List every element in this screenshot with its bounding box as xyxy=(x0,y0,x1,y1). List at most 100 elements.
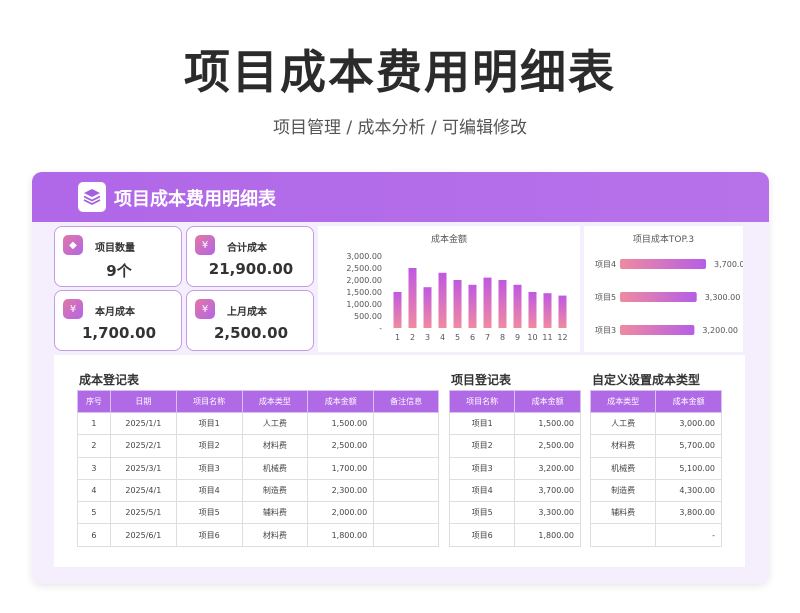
table-cell[interactable]: 2025/6/1 xyxy=(109,523,177,547)
table-row: - xyxy=(589,523,722,547)
table-row: 材料费 5,700.00 xyxy=(589,434,722,458)
top3-chart-svg: 项目4 3,700.00 项目5 3,300.00 项目3 3,200.00 xyxy=(595,259,743,335)
x-tick-label: 10 xyxy=(527,333,537,342)
x-tick-label: 2 xyxy=(410,333,415,342)
table-cell[interactable]: 项目3 xyxy=(175,456,243,480)
x-tick-label: 9 xyxy=(515,333,520,342)
kpi-card-project-count: ◆ 项目数量 9个 xyxy=(54,226,182,287)
table-cell[interactable]: 2025/3/1 xyxy=(109,456,177,480)
x-tick-label: 3 xyxy=(425,333,430,342)
table-cell[interactable]: 2025/5/1 xyxy=(109,501,177,525)
table-cell[interactable]: 2,300.00 xyxy=(307,478,375,503)
table-cell[interactable]: 辅料费 xyxy=(589,501,657,525)
x-tick-label: 5 xyxy=(455,333,460,342)
table-cell[interactable]: 制造费 xyxy=(589,478,657,503)
table-cell[interactable]: 2025/2/1 xyxy=(109,434,177,458)
column-header: 成本金额 xyxy=(307,390,375,413)
table-cell[interactable]: 5,700.00 xyxy=(655,434,722,458)
table-cell[interactable]: 材料费 xyxy=(241,434,309,458)
table-cell[interactable]: 项目5 xyxy=(175,501,243,525)
table-cell[interactable] xyxy=(589,523,657,547)
table-cell[interactable]: 4,300.00 xyxy=(655,478,722,503)
bar xyxy=(393,292,402,328)
table-cell[interactable]: 3,700.00 xyxy=(514,478,581,503)
table-cell[interactable] xyxy=(373,523,439,547)
table-cell[interactable]: 项目6 xyxy=(175,523,243,547)
table-cell[interactable]: 2,000.00 xyxy=(307,501,375,525)
table-cell[interactable]: 1,500.00 xyxy=(307,411,375,436)
table-cell[interactable]: 3,000.00 xyxy=(655,411,722,436)
table-cell[interactable]: 材料费 xyxy=(589,434,657,458)
table-cell[interactable]: 3,200.00 xyxy=(514,456,581,480)
table-row: 6 2025/6/1 项目6 材料费 1,800.00 xyxy=(77,523,439,547)
table-cell[interactable]: 2,500.00 xyxy=(307,434,375,458)
bar xyxy=(558,295,567,328)
y-tick-label: 1,500.00 xyxy=(346,288,382,297)
bar xyxy=(453,280,462,328)
table-cell[interactable]: 2,500.00 xyxy=(514,434,581,458)
y-tick-label: - xyxy=(379,324,382,333)
table-cell[interactable]: 2 xyxy=(77,434,111,458)
value-label: 3,200.00 xyxy=(702,326,738,335)
table-cell[interactable]: 6 xyxy=(77,523,111,547)
category-label: 项目4 xyxy=(595,260,616,269)
table-row: 机械费 5,100.00 xyxy=(589,456,722,480)
column-header: 成本金额 xyxy=(655,390,722,413)
table-cell[interactable]: 材料费 xyxy=(241,523,309,547)
card-header: 项目成本费用明细表 xyxy=(32,172,769,222)
table-cell[interactable]: 5 xyxy=(77,501,111,525)
table-cell[interactable] xyxy=(373,501,439,525)
table-row: 项目6 1,800.00 xyxy=(448,523,581,547)
table-cell[interactable]: 人工费 xyxy=(241,411,309,436)
table-cell[interactable]: 1,500.00 xyxy=(514,411,581,436)
table-cell[interactable] xyxy=(373,456,439,480)
column-header: 成本类型 xyxy=(589,390,657,413)
table-cell[interactable]: 项目5 xyxy=(448,501,516,525)
table-cell[interactable] xyxy=(373,478,439,503)
table-cell[interactable]: 5,100.00 xyxy=(655,456,722,480)
table-cell[interactable]: 项目4 xyxy=(448,478,516,503)
table-cell[interactable]: 4 xyxy=(77,478,111,503)
table-cell[interactable]: 1,800.00 xyxy=(514,523,581,547)
table-cell[interactable]: 项目1 xyxy=(448,411,516,436)
table-cell[interactable]: 3 xyxy=(77,456,111,480)
x-tick-label: 1 xyxy=(395,333,400,342)
column-header: 成本金额 xyxy=(514,390,581,413)
bar xyxy=(620,292,697,302)
table-row: 5 2025/5/1 项目5 辅料费 2,000.00 xyxy=(77,501,439,525)
table-cell[interactable]: 辅料费 xyxy=(241,501,309,525)
table-cell[interactable]: 项目2 xyxy=(448,434,516,458)
x-tick-label: 8 xyxy=(500,333,505,342)
table-cell[interactable]: 人工费 xyxy=(589,411,657,436)
table-cell[interactable]: 机械费 xyxy=(589,456,657,480)
table-cell[interactable]: 2025/1/1 xyxy=(109,411,177,436)
table-cell[interactable]: 机械费 xyxy=(241,456,309,480)
table-row: 项目1 1,500.00 xyxy=(448,411,581,436)
table-cell[interactable]: 项目2 xyxy=(175,434,243,458)
table-cell[interactable]: 项目4 xyxy=(175,478,243,503)
table-cell[interactable]: 1,800.00 xyxy=(307,523,375,547)
table-cell[interactable]: 项目3 xyxy=(448,456,516,480)
y-tick-label: 2,500.00 xyxy=(346,264,382,273)
table-cell[interactable]: 3,300.00 xyxy=(514,501,581,525)
table-cell[interactable]: 1,700.00 xyxy=(307,456,375,480)
table-cell[interactable]: - xyxy=(655,523,722,547)
x-tick-label: 11 xyxy=(542,333,552,342)
bar xyxy=(543,293,552,328)
table-cell[interactable] xyxy=(373,411,439,436)
monthly-cost-chart: 成本金额 -500.00 1,000.00 1,500.00 2,000.00 2,50… xyxy=(318,226,580,352)
table-cell[interactable] xyxy=(373,434,439,458)
table-cell[interactable]: 项目1 xyxy=(175,411,243,436)
table-row: 项目4 3,700.00 xyxy=(448,478,581,503)
table-cell[interactable]: 1 xyxy=(77,411,111,436)
table-cell[interactable]: 制造费 xyxy=(241,478,309,503)
yen-icon: ¥ xyxy=(63,299,83,319)
table-cell[interactable]: 项目6 xyxy=(448,523,516,547)
yen-icon: ¥ xyxy=(195,299,215,319)
top3-chart: 项目成本TOP.3 项目43,700.00项目53,300.00项目33,200… xyxy=(584,226,743,352)
column-header: 项目名称 xyxy=(448,390,516,413)
kpi-value: 21,900.00 xyxy=(208,260,294,278)
table-row: 制造费 4,300.00 xyxy=(589,478,722,503)
table-cell[interactable]: 3,800.00 xyxy=(655,501,722,525)
table-cell[interactable]: 2025/4/1 xyxy=(109,478,177,503)
